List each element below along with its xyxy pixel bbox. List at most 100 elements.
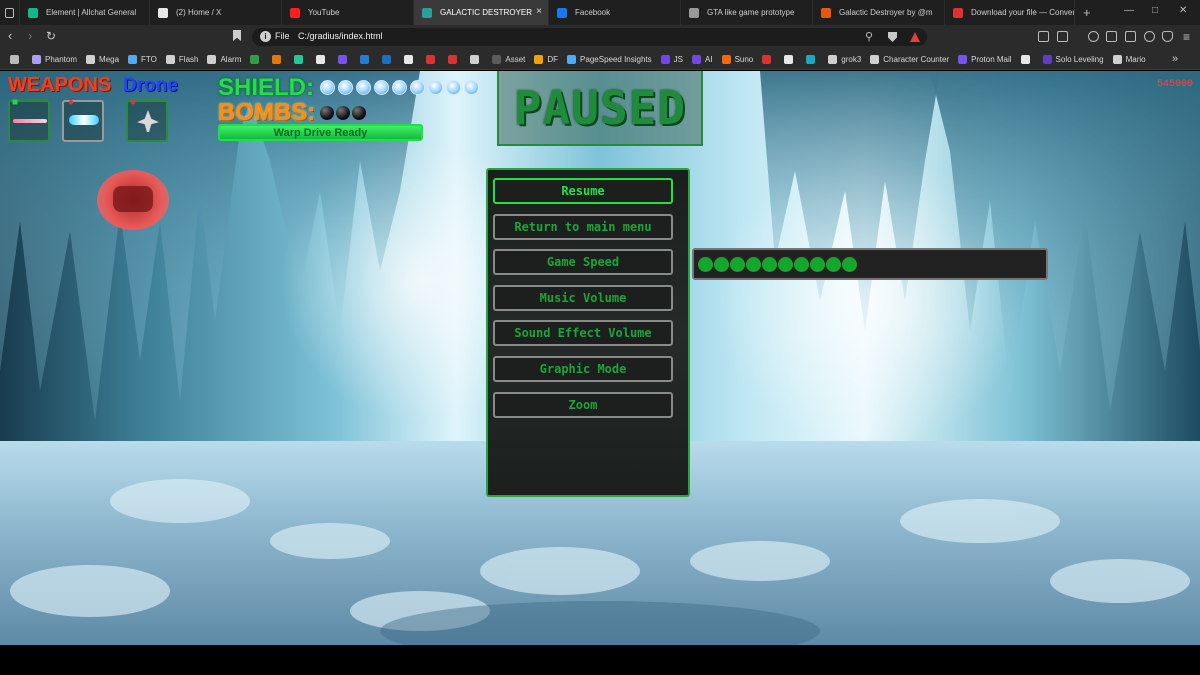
tab-title: Download your file — Convert bbox=[971, 8, 1075, 17]
bookmark-item[interactable] bbox=[806, 54, 819, 64]
address-bar-row: ‹ › ↻ i File C:/gradius/index.html ⚲ ≡ bbox=[0, 25, 1200, 49]
maximize-button[interactable]: □ bbox=[1152, 5, 1158, 16]
screenshot-icon[interactable] bbox=[1057, 31, 1068, 42]
tab-3[interactable]: YouTube bbox=[282, 0, 414, 25]
wallet-icon[interactable] bbox=[1125, 31, 1136, 42]
resume-button[interactable]: Resume bbox=[493, 178, 673, 204]
bookmark-item[interactable]: Alarm bbox=[207, 54, 242, 64]
bookmark-favicon-icon bbox=[360, 54, 370, 64]
bookmark-favicon-icon bbox=[294, 54, 304, 64]
bookmark-item[interactable] bbox=[360, 54, 373, 64]
tab-8[interactable]: Download your file — Convert bbox=[945, 0, 1075, 25]
tab-7[interactable]: Galactic Destroyer by @m bbox=[813, 0, 945, 25]
bookmark-icon[interactable] bbox=[233, 30, 241, 41]
site-info-icon[interactable]: i bbox=[260, 31, 271, 42]
bookmark-item[interactable] bbox=[382, 54, 395, 64]
bookmark-item[interactable]: Phantom bbox=[32, 54, 77, 64]
tab-favicon-icon bbox=[557, 7, 567, 18]
bookmark-item[interactable]: Proton Mail bbox=[958, 54, 1012, 64]
tab-favicon-icon bbox=[821, 7, 831, 18]
bookmark-item[interactable] bbox=[338, 54, 351, 64]
shield-orb-icon bbox=[374, 80, 389, 95]
bookmarks-more-button[interactable]: » bbox=[1172, 53, 1178, 65]
bookmark-item[interactable] bbox=[272, 54, 285, 64]
bookmark-item[interactable] bbox=[250, 54, 263, 64]
slot-lock-icon: ■ bbox=[12, 97, 19, 108]
bookmark-item[interactable]: Mega bbox=[86, 54, 119, 64]
bookmark-item[interactable]: Asset bbox=[492, 54, 525, 64]
tab-switcher[interactable] bbox=[0, 0, 20, 25]
slot-powerup-icon: ● bbox=[130, 97, 137, 108]
forward-icon[interactable]: › bbox=[28, 29, 32, 43]
brave-shields-icon[interactable] bbox=[888, 32, 897, 42]
bookmark-item[interactable]: grok3 bbox=[828, 54, 861, 64]
close-window-button[interactable]: ✕ bbox=[1179, 5, 1187, 16]
reload-icon[interactable]: ↻ bbox=[46, 29, 56, 43]
bookmark-item[interactable]: Solo Leveling bbox=[1042, 54, 1104, 64]
bookmark-item[interactable]: DF bbox=[534, 54, 558, 64]
bookmark-item[interactable] bbox=[426, 54, 439, 64]
zoom-button[interactable]: Zoom bbox=[493, 391, 673, 418]
speed-level-dot bbox=[762, 256, 777, 272]
bookmark-favicon-icon bbox=[567, 54, 577, 64]
game-canvas[interactable]: WEAPONS Drone ■ ● ● SHIELD: BOMBS: Warp … bbox=[0, 71, 1200, 645]
tab-4[interactable]: GALACTIC DESTROYER × bbox=[414, 0, 549, 25]
slot-powerup-icon: ● bbox=[68, 97, 75, 108]
bookmark-label: Suno bbox=[734, 54, 754, 64]
leo-ai-icon[interactable] bbox=[1144, 31, 1155, 42]
music-volume-button[interactable]: Music Volume bbox=[493, 284, 673, 311]
bookmark-item[interactable]: Flash bbox=[165, 54, 198, 64]
tab-switcher-icon bbox=[5, 7, 14, 18]
bookmark-item[interactable] bbox=[1020, 54, 1034, 64]
extensions-icon[interactable] bbox=[1038, 31, 1049, 42]
weapon-slot-2[interactable]: ● bbox=[62, 97, 104, 142]
tab-favicon-icon bbox=[422, 7, 432, 18]
brave-rewards-icon[interactable] bbox=[910, 32, 920, 42]
vpn-icon[interactable] bbox=[1162, 31, 1173, 42]
bookmark-item[interactable] bbox=[784, 54, 797, 64]
bookmark-item[interactable]: Suno bbox=[721, 54, 754, 64]
weapon-slot-1[interactable]: ■ bbox=[8, 97, 50, 142]
menu-icon[interactable]: ≡ bbox=[1183, 30, 1190, 44]
speed-level-dot bbox=[746, 256, 761, 272]
bookmark-item[interactable] bbox=[404, 54, 417, 64]
bookmark-item[interactable]: PageSpeed Insights bbox=[567, 54, 652, 64]
back-icon[interactable]: ‹ bbox=[8, 29, 12, 43]
bookmark-item[interactable]: Mario bbox=[1112, 54, 1146, 64]
media-icon[interactable] bbox=[1088, 31, 1099, 42]
tab-5[interactable]: Facebook bbox=[549, 0, 681, 25]
bookmark-item[interactable]: Character Counter bbox=[870, 54, 949, 64]
tab-6[interactable]: GTA like game prototype bbox=[681, 0, 813, 25]
bomb-icon bbox=[320, 106, 334, 120]
tab-title: Element | Allchat General bbox=[46, 8, 137, 17]
new-tab-button[interactable]: + bbox=[1083, 5, 1091, 20]
bookmark-label: Alarm bbox=[220, 54, 242, 64]
minimize-button[interactable]: — bbox=[1124, 5, 1134, 16]
bookmark-item[interactable] bbox=[10, 54, 23, 64]
address-input[interactable]: i File C:/gradius/index.html ⚲ bbox=[252, 28, 927, 46]
zoom-icon[interactable]: ⚲ bbox=[865, 30, 873, 43]
bookmark-item[interactable]: FTO bbox=[128, 54, 157, 64]
bookmark-item[interactable] bbox=[762, 54, 775, 64]
taskbar-strip bbox=[0, 645, 1200, 675]
bookmark-item[interactable]: AI bbox=[692, 54, 713, 64]
tab-1[interactable]: Element | Allchat General bbox=[20, 0, 150, 25]
tab-title: Galactic Destroyer by @m bbox=[839, 8, 933, 17]
tab-2[interactable]: (2) Home / X bbox=[150, 0, 282, 25]
bookmark-item[interactable]: JS bbox=[660, 54, 683, 64]
shield-orb-icon bbox=[410, 80, 425, 95]
drone-slot[interactable]: ● bbox=[126, 97, 168, 142]
game-speed-button[interactable]: Game Speed bbox=[493, 249, 673, 276]
bookmark-item[interactable] bbox=[470, 54, 483, 64]
bookmark-item[interactable] bbox=[294, 54, 307, 64]
graphic-mode-button[interactable]: Graphic Mode bbox=[493, 356, 673, 382]
drone-ship-icon bbox=[137, 110, 159, 132]
speed-level-dot bbox=[826, 256, 841, 272]
sidebar-icon[interactable] bbox=[1106, 31, 1117, 42]
tab-close-button[interactable]: × bbox=[536, 7, 542, 17]
game-speed-slider[interactable] bbox=[692, 248, 1048, 280]
bookmark-item[interactable] bbox=[448, 54, 461, 64]
bookmark-item[interactable] bbox=[316, 54, 329, 64]
sound-effect-volume-button[interactable]: Sound Effect Volume bbox=[493, 320, 673, 347]
return-to-main-menu-button[interactable]: Return to main menu bbox=[493, 213, 673, 240]
